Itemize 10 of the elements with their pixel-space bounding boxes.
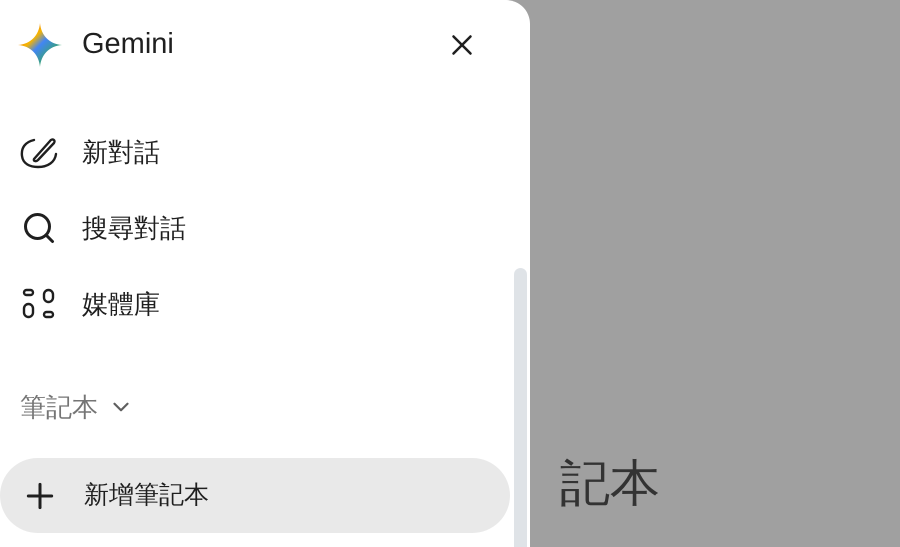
nav-item[interactable]: 新對話 xyxy=(0,114,530,190)
page-heading: 記本 xyxy=(560,455,660,511)
grid-icon xyxy=(22,288,56,320)
app-title: Gemini xyxy=(82,27,174,62)
nav-item[interactable]: 搜尋對話 xyxy=(0,190,530,266)
scrollbar[interactable] xyxy=(514,268,527,547)
nav-item[interactable]: 媒體庫 xyxy=(0,266,530,342)
new-notebook-button[interactable]: 新增筆記本 xyxy=(0,458,510,533)
section-header[interactable]: 筆記本 xyxy=(0,382,134,432)
search-icon xyxy=(21,210,57,246)
